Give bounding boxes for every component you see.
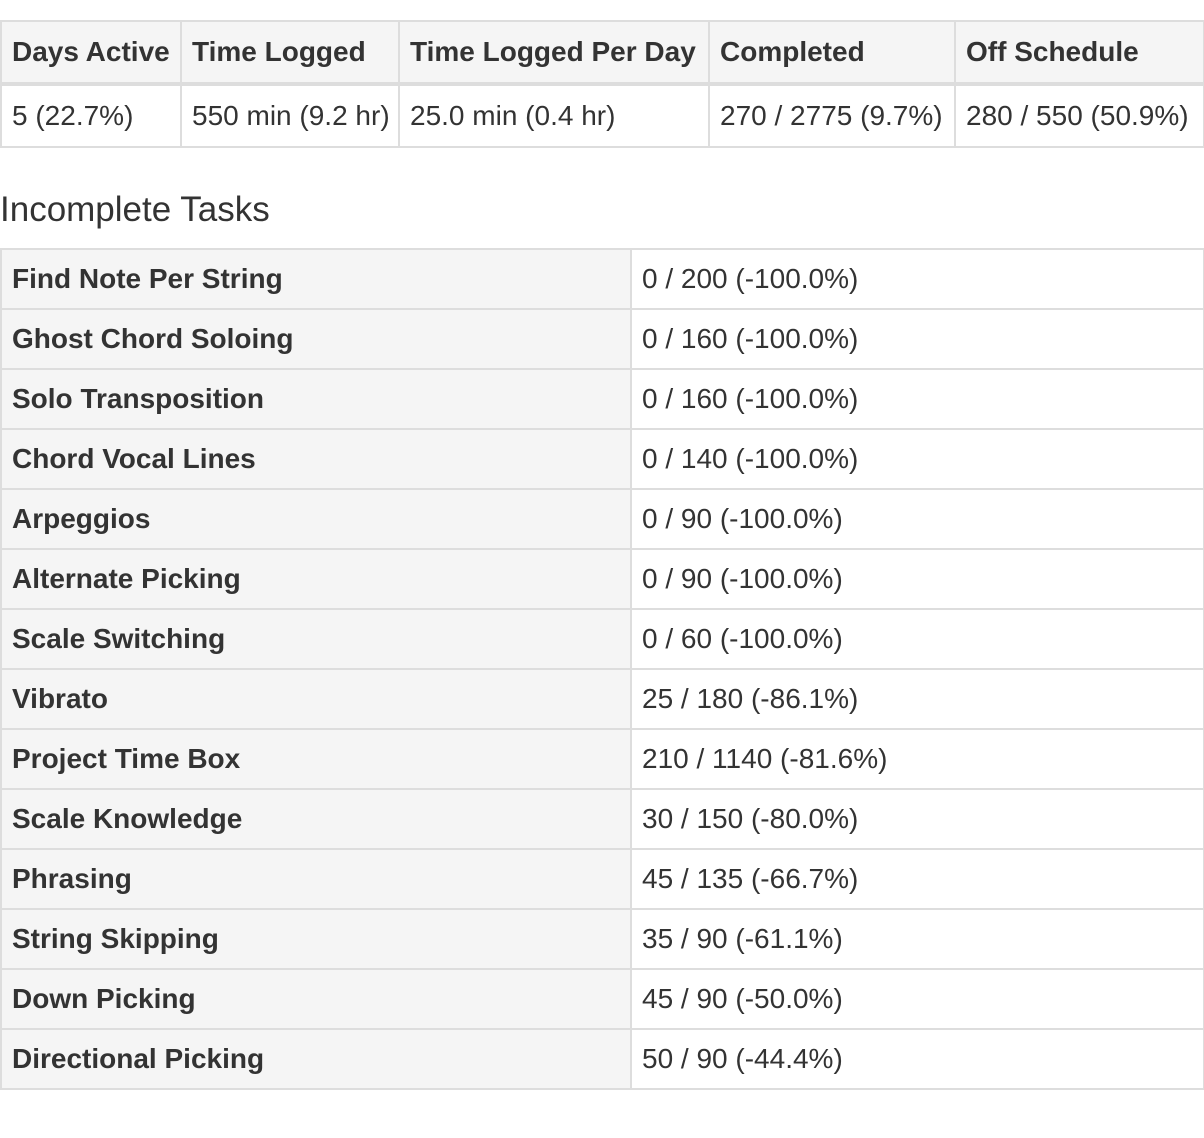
task-name: String Skipping (0, 908, 632, 970)
table-row: Find Note Per String 0 / 200 (-100.0%) (0, 248, 1204, 310)
table-row: String Skipping 35 / 90 (-61.1%) (0, 908, 1204, 970)
task-progress: 0 / 60 (-100.0%) (630, 608, 1204, 670)
summary-value-completed: 270 / 2775 (9.7%) (708, 83, 956, 148)
task-progress: 0 / 160 (-100.0%) (630, 308, 1204, 370)
task-name: Find Note Per String (0, 248, 632, 310)
table-row: Directional Picking 50 / 90 (-44.4%) (0, 1028, 1204, 1090)
table-row: Solo Transposition 0 / 160 (-100.0%) (0, 368, 1204, 430)
table-row: Project Time Box 210 / 1140 (-81.6%) (0, 728, 1204, 790)
task-name: Scale Knowledge (0, 788, 632, 850)
table-row: Chord Vocal Lines 0 / 140 (-100.0%) (0, 428, 1204, 490)
summary-table: Days Active Time Logged Time Logged Per … (0, 20, 1204, 148)
task-name: Ghost Chord Soloing (0, 308, 632, 370)
task-progress: 45 / 135 (-66.7%) (630, 848, 1204, 910)
task-name: Vibrato (0, 668, 632, 730)
task-progress: 30 / 150 (-80.0%) (630, 788, 1204, 850)
task-name: Project Time Box (0, 728, 632, 790)
task-name: Directional Picking (0, 1028, 632, 1090)
table-row: Phrasing 45 / 135 (-66.7%) (0, 848, 1204, 910)
task-name: Solo Transposition (0, 368, 632, 430)
task-progress: 210 / 1140 (-81.6%) (630, 728, 1204, 790)
table-row: Scale Knowledge 30 / 150 (-80.0%) (0, 788, 1204, 850)
table-row: Alternate Picking 0 / 90 (-100.0%) (0, 548, 1204, 610)
summary-value-row: 5 (22.7%) 550 min (9.2 hr) 25.0 min (0.4… (0, 83, 1204, 148)
task-progress: 50 / 90 (-44.4%) (630, 1028, 1204, 1090)
task-progress: 35 / 90 (-61.1%) (630, 908, 1204, 970)
summary-value-days-active: 5 (22.7%) (0, 83, 182, 148)
task-name: Alternate Picking (0, 548, 632, 610)
table-row: Down Picking 45 / 90 (-50.0%) (0, 968, 1204, 1030)
task-progress: 0 / 140 (-100.0%) (630, 428, 1204, 490)
task-name: Down Picking (0, 968, 632, 1030)
summary-header-time-logged: Time Logged (180, 20, 400, 86)
summary-value-time-logged-per-day: 25.0 min (0.4 hr) (398, 83, 710, 148)
task-name: Scale Switching (0, 608, 632, 670)
summary-header-row: Days Active Time Logged Time Logged Per … (0, 20, 1204, 86)
incomplete-tasks-heading: Incomplete Tasks (0, 190, 270, 229)
summary-value-time-logged: 550 min (9.2 hr) (180, 83, 400, 148)
task-progress: 0 / 200 (-100.0%) (630, 248, 1204, 310)
task-progress: 45 / 90 (-50.0%) (630, 968, 1204, 1030)
task-name: Phrasing (0, 848, 632, 910)
incomplete-tasks-body: Find Note Per String 0 / 200 (-100.0%) Gho… (0, 248, 1204, 1090)
summary-header-off-schedule: Off Schedule (954, 20, 1204, 86)
task-progress: 0 / 160 (-100.0%) (630, 368, 1204, 430)
summary-header-completed: Completed (708, 20, 956, 86)
task-progress: 25 / 180 (-86.1%) (630, 668, 1204, 730)
task-progress: 0 / 90 (-100.0%) (630, 488, 1204, 550)
table-row: Scale Switching 0 / 60 (-100.0%) (0, 608, 1204, 670)
table-row: Vibrato 25 / 180 (-86.1%) (0, 668, 1204, 730)
summary-header-days-active: Days Active (0, 20, 182, 86)
task-progress: 0 / 90 (-100.0%) (630, 548, 1204, 610)
incomplete-tasks-table: Find Note Per String 0 / 200 (-100.0%) Gho… (0, 248, 1204, 1090)
task-name: Chord Vocal Lines (0, 428, 632, 490)
summary-header-time-logged-per-day: Time Logged Per Day (398, 20, 710, 86)
summary-value-off-schedule: 280 / 550 (50.9%) (954, 83, 1204, 148)
table-row: Ghost Chord Soloing 0 / 160 (-100.0%) (0, 308, 1204, 370)
task-name: Arpeggios (0, 488, 632, 550)
table-row: Arpeggios 0 / 90 (-100.0%) (0, 488, 1204, 550)
page: Days Active Time Logged Time Logged Per … (0, 0, 1204, 1138)
